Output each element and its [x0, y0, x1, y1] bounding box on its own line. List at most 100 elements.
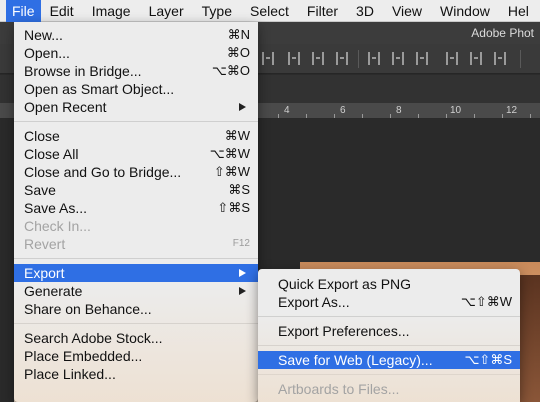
menu-item-label: Place Linked... [24, 366, 116, 382]
shortcut-label: ⌘S [228, 182, 250, 197]
ruler-label: 6 [340, 105, 346, 116]
ruler-label: 8 [396, 105, 402, 116]
menu-item-label: Share on Behance... [24, 301, 152, 317]
ruler-label: 4 [284, 105, 290, 116]
menu-item-label: New... [24, 27, 63, 43]
menu-item-open[interactable]: Open... ⌘O [14, 44, 258, 62]
menu-item-label: Save for Web (Legacy)... [278, 352, 433, 368]
menu-item-label: Save As... [24, 200, 88, 216]
menu-type[interactable]: Type [193, 0, 241, 22]
menu-separator [14, 323, 258, 324]
menu-item-label: Open... [24, 45, 70, 61]
distribute-top-icon[interactable] [368, 52, 380, 65]
submenu-arrow-icon [239, 269, 246, 277]
file-menu: New... ⌘N Open... ⌘O Browse in Bridge...… [14, 22, 258, 402]
menu-help[interactable]: Hel [499, 0, 538, 22]
menu-separator [14, 258, 258, 259]
export-submenu: Quick Export as PNG Export As... ⌥⇧⌘W Ex… [258, 269, 520, 402]
ruler-tick [530, 114, 531, 118]
menu-item-open-smart-object[interactable]: Open as Smart Object... [14, 80, 258, 98]
menu-item-export-as[interactable]: Export As... ⌥⇧⌘W [258, 293, 520, 311]
menu-filter[interactable]: Filter [298, 0, 347, 22]
menu-item-close[interactable]: Close ⌘W [14, 127, 258, 145]
shortcut-label: ⌥⇧⌘S [464, 352, 512, 367]
menu-item-label: Check In... [24, 218, 91, 234]
ruler-tick [502, 114, 503, 118]
menu-3d[interactable]: 3D [347, 0, 383, 22]
menu-edit[interactable]: Edit [41, 0, 83, 22]
shortcut-label: ⇧⌘S [217, 200, 250, 215]
menu-item-label: Export As... [278, 294, 350, 310]
menu-item-generate[interactable]: Generate [14, 282, 258, 300]
ruler-tick [390, 114, 391, 118]
menu-file[interactable]: File [6, 0, 41, 22]
menu-item-label: Close and Go to Bridge... [24, 164, 182, 180]
menu-separator [14, 121, 258, 122]
ruler-tick [418, 114, 419, 118]
ruler-tick [334, 114, 335, 118]
distribute-middle-icon[interactable] [392, 52, 404, 65]
submenu-arrow-icon [239, 287, 246, 295]
menu-item-close-all[interactable]: Close All ⌥⌘W [14, 145, 258, 163]
shortcut-label: F12 [232, 238, 250, 249]
ruler-tick [474, 114, 475, 118]
shortcut-label: ⌘N [227, 27, 250, 42]
toolbar-divider [520, 50, 521, 68]
distribute-bottom-icon[interactable] [416, 52, 428, 65]
ruler-label: 10 [450, 105, 462, 116]
menu-item-label: Revert [24, 236, 66, 252]
shortcut-label: ⌥⌘O [211, 63, 250, 78]
shortcut-label: ⌥⌘W [209, 146, 250, 161]
menu-layer[interactable]: Layer [140, 0, 193, 22]
menu-item-label: Close [24, 128, 60, 144]
menu-item-new[interactable]: New... ⌘N [14, 26, 258, 44]
menu-item-search-stock[interactable]: Search Adobe Stock... [14, 329, 258, 347]
menu-item-export-preferences[interactable]: Export Preferences... [258, 322, 520, 340]
menu-item-browse-in-bridge[interactable]: Browse in Bridge... ⌥⌘O [14, 62, 258, 80]
menu-item-label: Artboards to Files... [278, 381, 400, 397]
menu-item-save[interactable]: Save ⌘S [14, 181, 258, 199]
toolbar-divider [358, 50, 359, 68]
ruler-tick [306, 114, 307, 118]
menu-item-save-for-web[interactable]: Save for Web (Legacy)... ⌥⇧⌘S [258, 351, 520, 369]
distribute-center-icon[interactable] [470, 52, 482, 65]
menu-image[interactable]: Image [83, 0, 140, 22]
shortcut-label: ⌥⇧⌘W [460, 294, 512, 309]
menu-item-share-behance[interactable]: Share on Behance... [14, 300, 258, 318]
menu-view[interactable]: View [383, 0, 431, 22]
menu-separator [258, 345, 520, 346]
shortcut-label: ⌘W [224, 128, 250, 143]
menu-item-label: Export Preferences... [278, 323, 410, 339]
menu-item-revert: Revert F12 [14, 235, 258, 253]
align-right-icon[interactable] [312, 52, 324, 65]
align-center-icon[interactable] [288, 52, 300, 65]
ruler-tick [362, 114, 363, 118]
app-title: Adobe Phot [471, 26, 534, 40]
menu-bar: File Edit Image Layer Type Select Filter… [0, 0, 540, 22]
ruler-label: 12 [506, 105, 518, 116]
submenu-arrow-icon [239, 103, 246, 111]
menu-item-open-recent[interactable]: Open Recent [14, 98, 258, 116]
menu-item-close-go-bridge[interactable]: Close and Go to Bridge... ⇧⌘W [14, 163, 258, 181]
shortcut-label: ⌘O [226, 45, 250, 60]
align-top-icon[interactable] [336, 52, 348, 65]
distribute-left-icon[interactable] [446, 52, 458, 65]
shortcut-label: ⇧⌘W [213, 164, 250, 179]
menu-item-place-linked[interactable]: Place Linked... [14, 365, 258, 383]
menu-item-save-as[interactable]: Save As... ⇧⌘S [14, 199, 258, 217]
menu-item-quick-export-png[interactable]: Quick Export as PNG [258, 275, 520, 293]
ruler-tick [278, 114, 279, 118]
photo-image-shadow [520, 275, 540, 402]
menu-item-label: Close All [24, 146, 79, 162]
menu-separator [258, 374, 520, 375]
distribute-right-icon[interactable] [494, 52, 506, 65]
menu-item-label: Generate [24, 283, 83, 299]
menu-window[interactable]: Window [431, 0, 499, 22]
menu-select[interactable]: Select [241, 0, 298, 22]
ruler-tick [446, 114, 447, 118]
menu-separator [258, 316, 520, 317]
menu-item-export[interactable]: Export [14, 264, 258, 282]
menu-item-place-embedded[interactable]: Place Embedded... [14, 347, 258, 365]
menu-item-label: Open as Smart Object... [24, 81, 175, 97]
align-left-icon[interactable] [262, 52, 274, 65]
